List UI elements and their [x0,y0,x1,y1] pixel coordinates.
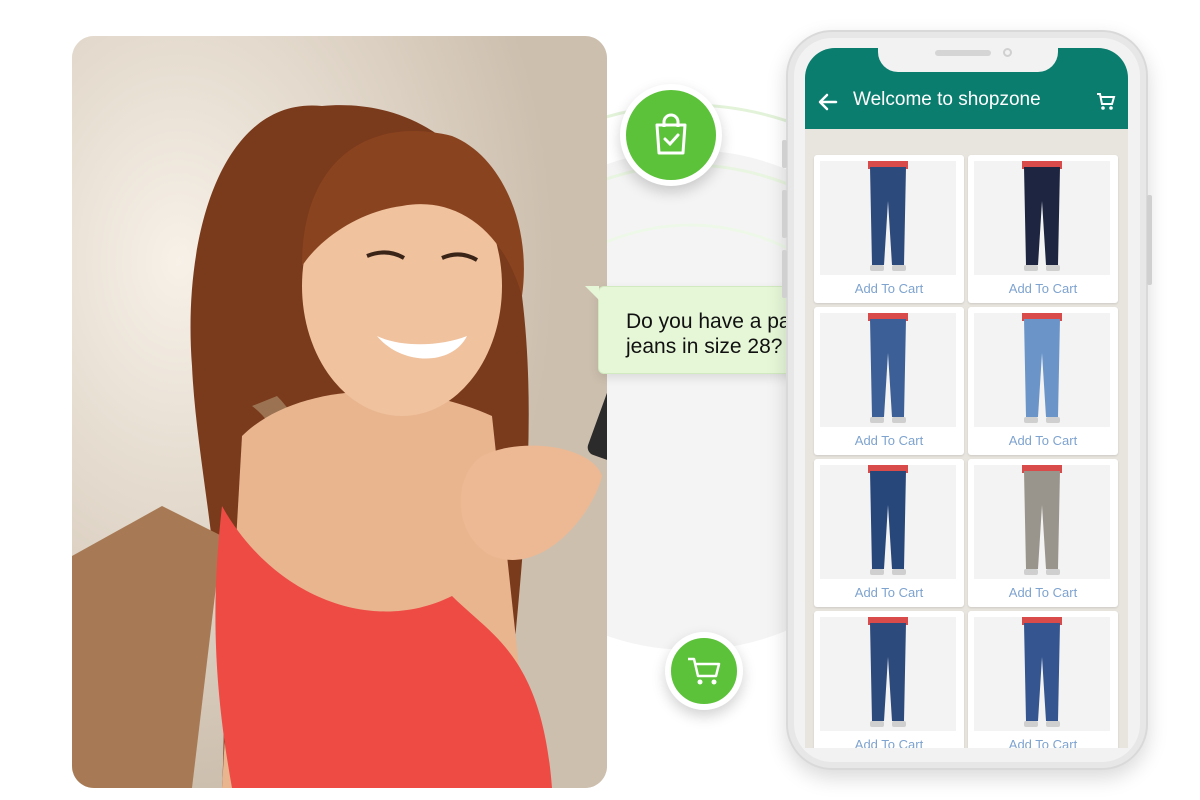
product-image[interactable] [820,313,956,427]
phone-mute-switch [782,140,787,168]
app-title: Welcome to shopzone [853,89,1041,110]
product-image[interactable] [820,617,956,731]
product-card[interactable]: Add To Cart [814,459,964,607]
add-to-cart-button[interactable]: Add To Cart [968,585,1118,600]
arrow-left-icon[interactable] [817,91,839,113]
product-image[interactable] [820,465,956,579]
product-card[interactable]: Add To Cart [968,459,1118,607]
shopping-bag-check-icon [620,84,722,186]
add-to-cart-button[interactable]: Add To Cart [814,585,964,600]
hero-photo [72,36,607,788]
phone-volume-up [782,190,787,238]
product-image[interactable] [974,161,1110,275]
product-card[interactable]: Add To Cart [968,307,1118,455]
product-image[interactable] [974,617,1110,731]
product-card[interactable]: Add To Cart [814,611,964,748]
product-image[interactable] [974,313,1110,427]
add-to-cart-button[interactable]: Add To Cart [814,737,964,748]
add-to-cart-button[interactable]: Add To Cart [968,433,1118,448]
phone-volume-down [782,250,787,298]
add-to-cart-button[interactable]: Add To Cart [968,281,1118,296]
phone-screen: Welcome to shopzone Add To Cart Add To Ca… [805,48,1128,748]
add-to-cart-button[interactable]: Add To Cart [814,281,964,296]
product-card[interactable]: Add To Cart [814,307,964,455]
product-grid: Add To Cart Add To Cart Add To Cart Add To … [814,155,1120,748]
product-image[interactable] [974,465,1110,579]
shopping-cart-icon [665,632,743,710]
product-card[interactable]: Add To Cart [968,611,1118,748]
phone-power-button [1147,195,1152,285]
cart-icon[interactable] [1096,92,1116,112]
product-card[interactable]: Add To Cart [968,155,1118,303]
product-image[interactable] [820,161,956,275]
add-to-cart-button[interactable]: Add To Cart [814,433,964,448]
phone-speaker [935,50,991,56]
product-card[interactable]: Add To Cart [814,155,964,303]
phone-camera [1003,48,1012,57]
add-to-cart-button[interactable]: Add To Cart [968,737,1118,748]
